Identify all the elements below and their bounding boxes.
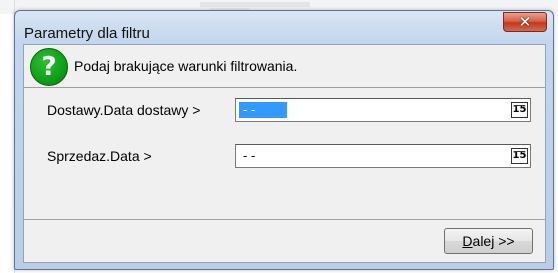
delivery-date-input[interactable]: - - 15: [235, 98, 531, 122]
sale-date-value: - -: [243, 148, 256, 163]
question-icon: ?: [30, 48, 68, 86]
header-panel: ? Podaj brakujące warunki filtrowania.: [24, 45, 545, 88]
close-button[interactable]: ✕: [503, 12, 547, 32]
sale-date-input[interactable]: - - 15: [235, 144, 531, 168]
delivery-date-label: Dostawy.Data dostawy >: [47, 102, 201, 118]
title-bar[interactable]: Parametry dla filtru ✕: [15, 11, 553, 43]
sale-date-label: Sprzedaz.Data >: [47, 148, 152, 164]
next-button[interactable]: Dalej >>: [444, 228, 533, 254]
dialog-body: ? Podaj brakujące warunki filtrowania. D…: [23, 44, 546, 263]
delivery-date-value: - -: [239, 102, 287, 118]
calendar-icon[interactable]: 15: [511, 148, 528, 164]
prompt-text: Podaj brakujące warunki filtrowania.: [74, 58, 298, 74]
window-title: Parametry dla filtru: [24, 25, 150, 42]
background-ghost-text: [200, 2, 310, 7]
calendar-icon[interactable]: 15: [511, 102, 528, 118]
filter-dialog: Parametry dla filtru ✕ ? Podaj brakujące…: [14, 10, 554, 270]
next-button-label: alej >>: [472, 233, 515, 249]
next-button-mnemonic: D: [462, 233, 473, 249]
footer-separator: [24, 219, 545, 220]
close-icon: ✕: [518, 13, 532, 31]
